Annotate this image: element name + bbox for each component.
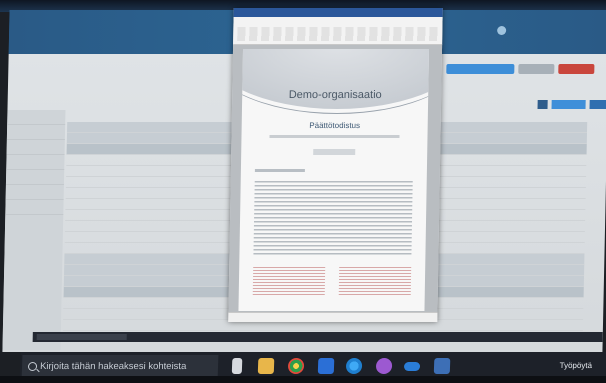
teams-icon[interactable] [375,358,393,374]
tab[interactable] [155,92,163,98]
tab-active[interactable] [125,92,142,98]
header-arc-line [238,49,430,114]
word-ribbon [233,17,443,45]
action-buttons [446,64,595,74]
list-item[interactable] [6,140,65,155]
photo-frame: Demo-organisaatio Päättötodistus Kirjoit… [0,0,606,383]
danger-button[interactable] [558,64,595,74]
body-text [253,181,413,255]
word-status-bar [228,312,438,322]
task-view-icon[interactable] [231,358,243,374]
list-item[interactable] [6,155,65,170]
document-page: Demo-organisaatio Päättötodistus [238,49,430,311]
document-title: Päättötodistus [309,121,361,130]
tab[interactable] [72,92,83,98]
document-subtitle [269,135,400,138]
search-icon [27,362,38,371]
document-canvas: Demo-organisaatio Päättötodistus [228,45,443,313]
list-item[interactable] [5,185,64,200]
word-window: Demo-organisaatio Päättötodistus [228,8,443,322]
filter-button[interactable] [589,100,606,109]
desk-edge [0,376,606,383]
left-panel [2,110,66,350]
primary-button[interactable] [446,64,515,74]
student-name [313,149,356,155]
organization-name: Demo-organisaatio [288,89,382,101]
edge-icon[interactable] [345,358,363,374]
list-item[interactable] [7,110,66,125]
section-heading [254,169,305,172]
word-title-bar [233,8,443,17]
file-explorer-icon[interactable] [257,358,275,374]
list-item[interactable] [5,170,65,185]
app-icon[interactable] [433,358,451,374]
secondary-button[interactable] [518,64,555,74]
footer-text [338,267,412,297]
tab-bar [72,92,164,98]
screen-taskbar-search[interactable] [36,334,127,340]
filter-button[interactable] [537,100,548,109]
filter-controls [474,100,606,109]
avatar[interactable] [497,26,507,35]
onedrive-icon[interactable] [403,362,421,371]
list-item[interactable] [5,200,64,215]
screen-taskbar [32,332,603,342]
list-item[interactable] [6,125,66,140]
filter-button[interactable] [551,100,586,109]
chrome-icon[interactable] [287,358,305,374]
ribbon-tools[interactable] [237,27,439,41]
tab[interactable] [97,92,111,98]
desktop-label[interactable]: Työpöytä [559,361,592,370]
store-icon[interactable] [317,358,335,374]
footer-text [252,267,326,297]
